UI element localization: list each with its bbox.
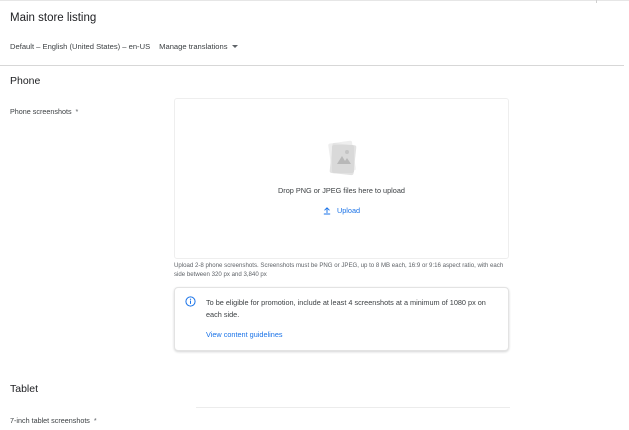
info-icon — [185, 296, 196, 307]
upload-icon — [323, 206, 331, 215]
images-placeholder-icon — [328, 140, 357, 176]
view-content-guidelines-link[interactable]: View content guidelines — [206, 330, 283, 339]
caret-down-icon — [231, 45, 238, 48]
promotion-info-card: To be eligible for promotion, include at… — [174, 287, 509, 351]
required-mark: * — [75, 107, 79, 116]
page-title: Main store listing — [10, 12, 97, 24]
promotion-info-text: To be eligible for promotion, include at… — [206, 298, 486, 319]
top-border — [0, 0, 629, 1]
phone-screenshots-label: Phone screenshots * — [10, 107, 78, 116]
default-language: Default – English (United States) – en-U… — [10, 42, 151, 51]
phone-section-title: Phone — [10, 75, 41, 87]
language-row: Default – English (United States) – en-U… — [10, 42, 238, 51]
manage-translations-label: Manage translations — [159, 42, 228, 51]
upload-button[interactable]: Upload — [175, 206, 508, 215]
phone-screenshots-help-text: Upload 2-8 phone screenshots. Screenshot… — [174, 262, 504, 279]
required-mark: * — [93, 416, 97, 425]
upload-label: Upload — [336, 206, 361, 215]
phone-screenshots-label-text: Phone screenshots — [10, 107, 72, 116]
tablet-dropzone-top-edge[interactable] — [196, 407, 510, 408]
tablet-screenshots-label-text: 7-inch tablet screenshots — [10, 416, 90, 425]
tablet-section-title: Tablet — [10, 383, 39, 395]
top-border-tick — [596, 0, 597, 3]
tablet-screenshots-label: 7-inch tablet screenshots * — [10, 416, 97, 425]
phone-screenshots-dropzone[interactable]: Drop PNG or JPEG files here to upload Up… — [174, 98, 509, 259]
section-divider — [0, 65, 624, 66]
dropzone-instructions: Drop PNG or JPEG files here to upload — [278, 186, 405, 195]
manage-translations-button[interactable]: Manage translations — [159, 42, 238, 51]
